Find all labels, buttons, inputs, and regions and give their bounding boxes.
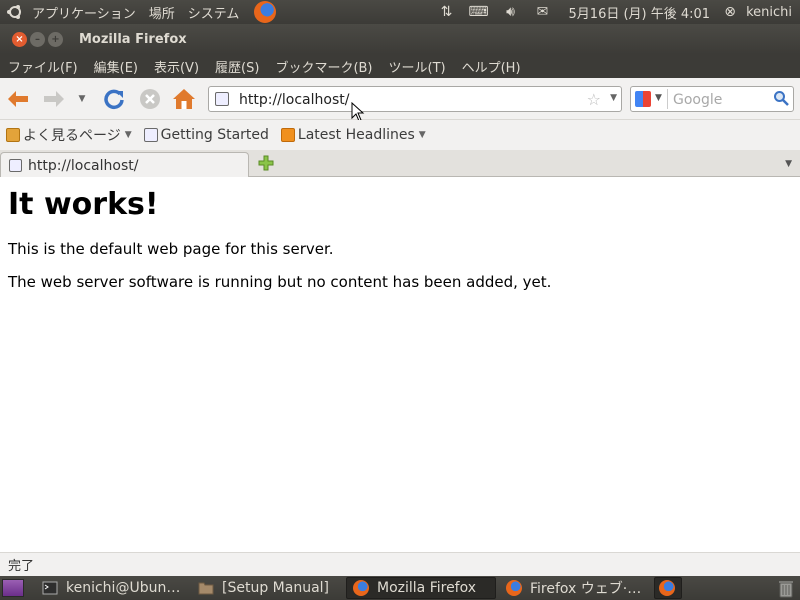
maximize-icon[interactable]: + (48, 31, 63, 47)
search-separator (667, 89, 668, 109)
page-icon (143, 128, 158, 142)
bookmark-label: よく見るページ (23, 128, 121, 144)
folder-icon (6, 128, 20, 142)
rss-icon (280, 128, 295, 142)
page-content: It works! This is the default web page f… (0, 177, 800, 552)
volume-icon[interactable]: 🔊︎ (501, 3, 521, 21)
page-paragraph: The web server software is running but n… (8, 273, 552, 291)
task-terminal[interactable]: kenichi@Ubun… (36, 577, 186, 599)
new-tab-icon[interactable] (258, 155, 274, 171)
menu-places[interactable]: 場所 (149, 3, 175, 22)
window-title: Mozilla Firefox (79, 31, 187, 47)
task-label: Firefox ウェブ·… (530, 581, 642, 597)
clock[interactable]: 5月16日 (月) 午後 4:01 (569, 3, 711, 22)
bookmark-latest-headlines[interactable]: Latest Headlines ▼ (280, 127, 426, 143)
search-icon[interactable] (773, 90, 789, 106)
reload-icon (104, 89, 124, 110)
page-heading: It works! (8, 187, 159, 222)
top-panel: アプリケーション 場所 システム ⇅ ⌨ 🔊︎ ✉ 5月16日 (月) 午後 4… (0, 0, 800, 24)
user-name[interactable]: kenichi (746, 5, 792, 20)
panel-tray: ⇅ ⌨ 🔊︎ ✉ 5月16日 (月) 午後 4:01 ⊗ kenichi (431, 0, 800, 24)
show-desktop-icon[interactable] (2, 579, 24, 597)
reload-button[interactable] (102, 87, 126, 111)
url-text[interactable]: http://localhost/ (239, 92, 349, 108)
forward-button[interactable] (42, 87, 66, 111)
keyboard-icon[interactable]: ⌨ (468, 3, 488, 21)
menu-help[interactable]: ヘルプ(H) (454, 57, 529, 76)
firefox-icon (506, 580, 522, 596)
minimize-icon[interactable]: – (30, 31, 45, 47)
trash-icon[interactable] (776, 578, 796, 598)
task-setup-manual[interactable]: [Setup Manual] (192, 577, 342, 599)
url-dropdown-icon[interactable]: ▼ (610, 93, 617, 103)
terminal-icon (42, 581, 58, 595)
menu-applications[interactable]: アプリケーション (32, 3, 136, 22)
ubuntu-logo-icon[interactable] (6, 3, 24, 21)
menu-tools[interactable]: ツール(T) (381, 57, 454, 76)
menu-history[interactable]: 履歴(S) (207, 57, 267, 76)
task-label: [Setup Manual] (222, 580, 329, 596)
folder-icon (198, 582, 214, 595)
menu-view[interactable]: 表示(V) (146, 57, 207, 76)
bookmark-star-icon[interactable]: ☆ (587, 90, 601, 109)
page-icon (9, 159, 22, 172)
bookmark-label: Getting Started (160, 127, 269, 143)
stop-icon (140, 89, 160, 109)
search-bar[interactable]: ▼ Google (630, 86, 794, 112)
bottom-panel: kenichi@Ubun… [Setup Manual] Mozilla Fir… (0, 576, 800, 600)
status-bar: 完了 (0, 552, 800, 576)
task-firefox-web[interactable]: Firefox ウェブ·… (500, 577, 650, 599)
menu-system[interactable]: システム (188, 3, 240, 22)
forward-arrow-icon (44, 91, 64, 107)
menu-file[interactable]: ファイル(F) (0, 57, 86, 76)
task-label: Mozilla Firefox (377, 580, 477, 596)
stop-button[interactable] (138, 87, 162, 111)
menu-bookmarks[interactable]: ブックマーク(B) (267, 57, 380, 76)
bookmark-most-visited[interactable]: よく見るページ ▼ (6, 125, 132, 145)
close-icon[interactable]: × (12, 31, 27, 47)
chevron-down-icon: ▼ (418, 130, 426, 140)
url-bar[interactable]: http://localhost/ ☆ ▼ (208, 86, 622, 112)
tab-list-dropdown-icon[interactable]: ▼ (785, 159, 792, 169)
bookmarks-toolbar: よく見るページ ▼ Getting Started Latest Headlin… (0, 120, 800, 150)
history-dropdown-icon[interactable]: ▼ (74, 87, 90, 111)
site-identity-icon[interactable] (215, 92, 229, 106)
home-icon (173, 89, 195, 109)
mail-icon[interactable]: ✉ (533, 3, 553, 21)
google-engine-icon[interactable] (635, 91, 651, 107)
navigation-toolbar: ▼ http://localhost/ ☆ ▼ ▼ Google (0, 78, 800, 122)
session-icon[interactable]: ⊗ (720, 3, 740, 21)
bookmark-label: Latest Headlines (297, 127, 415, 143)
menubar: ファイル(F) 編集(E) 表示(V) 履歴(S) ブックマーク(B) ツール(… (0, 54, 800, 78)
task-firefox-pinned[interactable] (654, 577, 682, 599)
page-paragraph: This is the default web page for this se… (8, 240, 334, 258)
engine-dropdown-icon[interactable]: ▼ (655, 93, 662, 103)
status-text: 完了 (8, 559, 35, 574)
window-titlebar: × – + Mozilla Firefox (0, 24, 800, 54)
firefox-launcher-icon[interactable] (254, 1, 277, 23)
tab-strip: http://localhost/ ▼ (0, 150, 800, 178)
back-arrow-icon (8, 91, 28, 107)
firefox-icon (659, 580, 675, 596)
menu-edit[interactable]: 編集(E) (86, 57, 146, 76)
task-label: kenichi@Ubun… (66, 580, 181, 596)
mouse-cursor-icon (351, 102, 365, 122)
back-button[interactable] (6, 87, 30, 111)
tab-localhost[interactable]: http://localhost/ (0, 152, 249, 178)
tab-label: http://localhost/ (28, 157, 139, 174)
search-input[interactable]: Google (673, 92, 722, 108)
network-icon[interactable]: ⇅ (437, 3, 457, 21)
firefox-icon (353, 580, 369, 596)
home-button[interactable] (172, 87, 196, 111)
chevron-down-icon: ▼ (124, 130, 132, 140)
bookmark-getting-started[interactable]: Getting Started (143, 127, 269, 143)
task-mozilla-firefox[interactable]: Mozilla Firefox (346, 577, 496, 599)
panel-menus: アプリケーション 場所 システム (0, 0, 277, 24)
